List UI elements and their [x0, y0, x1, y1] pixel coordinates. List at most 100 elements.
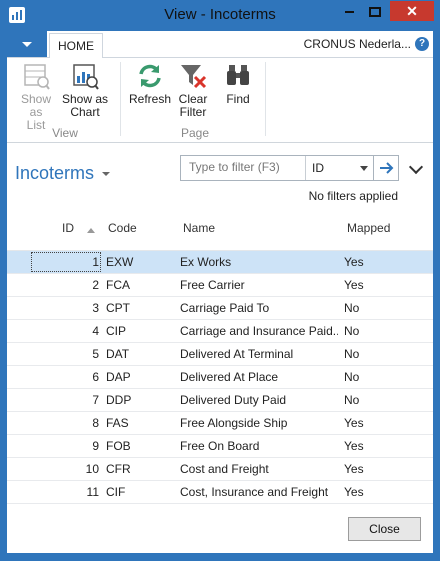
code-cell: CIP — [106, 324, 127, 338]
maximize-button[interactable] — [362, 1, 388, 21]
close-window-button[interactable]: ✕ — [390, 1, 434, 21]
table-row[interactable]: 8 FAS Free Alongside Ship Yes — [7, 412, 433, 435]
table-row[interactable]: 11 CIF Cost, Insurance and Freight Yes — [7, 481, 433, 504]
refresh-button[interactable]: Refresh — [127, 62, 173, 106]
show-as-list-label-1: Show — [20, 92, 52, 106]
page-title[interactable]: Incoterms — [15, 163, 111, 184]
id-cell: 5 — [92, 347, 99, 361]
filter-field-select[interactable]: ID — [305, 156, 374, 180]
mapped-cell: Yes — [344, 439, 364, 453]
clear-filter-label-2: Filter — [179, 105, 207, 119]
show-as-chart-label-1: Show as — [61, 92, 109, 106]
column-header-code[interactable]: Code — [108, 221, 137, 235]
mapped-cell: No — [344, 301, 360, 315]
name-cell: Free Carrier — [180, 278, 245, 292]
code-cell: DDP — [106, 393, 132, 407]
mapped-cell: No — [344, 370, 360, 384]
close-icon: ✕ — [406, 3, 418, 19]
name-cell: Cost, Insurance and Freight — [180, 485, 329, 499]
show-as-chart-button[interactable]: Show as Chart — [60, 62, 110, 119]
refresh-icon — [139, 64, 161, 88]
code-cell: FCA — [106, 278, 130, 292]
maximize-icon — [369, 6, 381, 17]
id-cell: 11 — [86, 485, 99, 499]
table-row[interactable]: 4 CIP Carriage and Insurance Paid... No — [7, 320, 433, 343]
help-icon[interactable]: ? — [415, 37, 429, 51]
title-bar: View - Incoterms ✕ — [0, 0, 440, 30]
table-row[interactable]: 6 DAP Delivered At Place No — [7, 366, 433, 389]
window-content: HOME CRONUS Nederla... ? Show as List Sh… — [7, 31, 433, 553]
company-name[interactable]: CRONUS Nederla... — [304, 37, 411, 51]
chart-icon — [73, 64, 99, 90]
collapse-chevron-icon[interactable] — [408, 159, 424, 175]
name-cell: Carriage and Insurance Paid... — [180, 324, 338, 338]
filter-input[interactable] — [181, 156, 307, 178]
name-cell: Delivered At Terminal — [180, 347, 294, 361]
id-cell: 3 — [92, 301, 99, 315]
code-cell: FAS — [106, 416, 129, 430]
show-as-list-button[interactable]: Show as List — [19, 62, 53, 132]
table-row[interactable]: 7 DDP Delivered Duty Paid No — [7, 389, 433, 412]
clear-filter-icon — [181, 65, 207, 89]
chevron-down-icon — [102, 172, 111, 177]
table-header: ID Code Name Mapped — [7, 215, 433, 251]
id-cell: 8 — [92, 416, 99, 430]
incoterms-table: ID Code Name Mapped 1 EXW Ex Works Yes 2 FCA F… — [7, 215, 433, 504]
clear-filter-button[interactable]: Clear Filter — [175, 62, 211, 119]
filter-field-value: ID — [312, 161, 324, 175]
sort-ascending-icon — [87, 228, 95, 233]
close-button[interactable]: Close — [348, 517, 421, 541]
name-cell: Free On Board — [180, 439, 260, 453]
refresh-label: Refresh — [128, 92, 172, 106]
clear-filter-label-1: Clear — [178, 92, 208, 106]
mapped-cell: Yes — [344, 462, 364, 476]
mapped-cell: Yes — [344, 255, 364, 269]
id-cell: 9 — [92, 439, 99, 453]
filter-box: ID — [180, 155, 374, 181]
name-cell: Carriage Paid To — [180, 301, 270, 315]
mapped-cell: No — [344, 347, 360, 361]
mapped-cell: No — [344, 393, 360, 407]
code-cell: CPT — [106, 301, 130, 315]
id-cell: 1 — [92, 255, 99, 269]
code-cell: DAT — [106, 347, 130, 361]
list-icon — [24, 64, 50, 90]
page-title-text: Incoterms — [15, 163, 95, 183]
id-cell: 6 — [92, 370, 99, 384]
id-cell: 4 — [92, 324, 99, 338]
arrow-right-icon — [380, 162, 394, 174]
find-button[interactable]: Find — [221, 62, 255, 106]
code-cell: DAP — [106, 370, 131, 384]
id-cell: 7 — [92, 393, 99, 407]
code-cell: EXW — [106, 255, 134, 269]
group-label-page: Page — [180, 126, 210, 140]
table-row[interactable]: 5 DAT Delivered At Terminal No — [7, 343, 433, 366]
ribbon-separator — [265, 62, 266, 136]
table-row[interactable]: 9 FOB Free On Board Yes — [7, 435, 433, 458]
name-cell: Delivered Duty Paid — [180, 393, 287, 407]
column-header-mapped[interactable]: Mapped — [347, 221, 390, 235]
mapped-cell: Yes — [344, 485, 364, 499]
code-cell: FOB — [106, 439, 131, 453]
column-header-id[interactable]: ID — [62, 221, 74, 235]
mapped-cell: No — [344, 324, 360, 338]
apply-filter-button[interactable] — [373, 155, 399, 181]
column-header-name[interactable]: Name — [183, 221, 215, 235]
table-row[interactable]: 3 CPT Carriage Paid To No — [7, 297, 433, 320]
binoculars-icon — [227, 65, 249, 85]
mapped-cell: Yes — [344, 278, 364, 292]
name-cell: Free Alongside Ship — [180, 416, 288, 430]
id-cell: 10 — [85, 462, 99, 476]
ribbon-separator — [120, 62, 121, 136]
table-row[interactable]: 10 CFR Cost and Freight Yes — [7, 458, 433, 481]
dropdown-arrow-icon — [360, 166, 368, 171]
table-row[interactable]: 2 FCA Free Carrier Yes — [7, 274, 433, 297]
minimize-button[interactable] — [336, 1, 362, 21]
filter-status: No filters applied — [308, 189, 398, 203]
tab-home[interactable]: HOME — [49, 33, 103, 58]
id-cell: 2 — [92, 278, 99, 292]
minimize-icon — [344, 10, 354, 13]
table-row[interactable]: 1 EXW Ex Works Yes — [7, 251, 433, 274]
app-menu-button[interactable] — [7, 31, 47, 57]
group-label-view: View — [52, 126, 78, 140]
